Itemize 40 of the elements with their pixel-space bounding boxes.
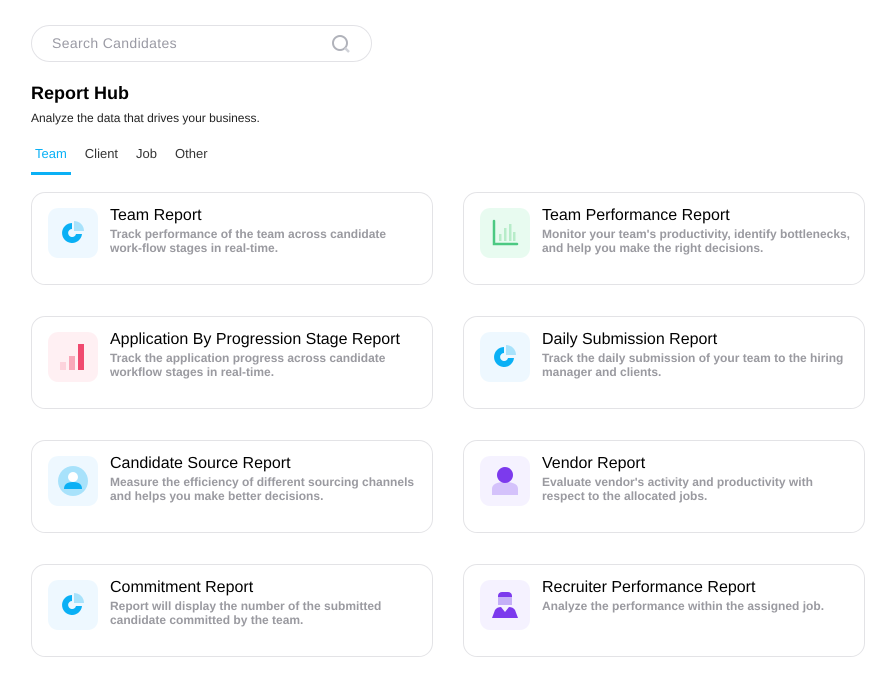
bar-chart-icon: [59, 342, 87, 370]
report-title: Team Report: [110, 206, 203, 226]
report-description: Monitor your team's productivity, identify bottlenecks, and help you make the right decisions.: [542, 226, 852, 254]
report-description: Track the application progress across candidate workflow stages in real-time.: [110, 350, 386, 378]
report-title: Vendor Report: [542, 454, 646, 474]
report-title: Commitment Report: [110, 578, 254, 598]
pie-chart-icon: [60, 220, 86, 246]
report-description: Evaluate vendor's activity and productivity with respect to the allocated jobs.: [542, 474, 814, 502]
bar-chart-icon: [491, 218, 519, 246]
report-description: Track performance of the team across candidate work-flow stages in real-time.: [110, 226, 388, 254]
search-bar[interactable]: Search Candidates: [31, 25, 372, 62]
user-circle-icon: [58, 466, 88, 496]
report-description: Report will display the number of the submitted candidate committed by the team.: [110, 598, 382, 626]
page-title: Report Hub: [31, 82, 130, 105]
report-title: Team Performance Report: [542, 206, 731, 226]
pie-chart-icon: [492, 344, 518, 370]
page-subtitle: Analyze the data that drives your business.: [31, 110, 261, 127]
report-card[interactable]: Recruiter Performance Report Analyze the performance within the assigned job.: [463, 564, 865, 656]
search-field[interactable]: Search Candidates: [52, 33, 331, 54]
user-icon: [492, 592, 518, 618]
report-card[interactable]: Daily Submission Report Track the daily submission of your team to the hiring manager and clients.: [463, 316, 865, 408]
tab[interactable]: Other: [171, 144, 212, 174]
search-icon[interactable]: [331, 34, 351, 54]
report-title: Recruiter Performance Report: [542, 578, 756, 598]
report-card[interactable]: Application By Progression Stage Report Track the application progress across candidate workflow stages in real-time.: [31, 316, 433, 408]
pie-chart-icon: [60, 592, 86, 618]
report-description: Measure the efficiency of different sourcing channels and helps you make better decisions.: [110, 474, 416, 502]
report-description: Analyze the performance within the assigned job.: [542, 598, 824, 612]
report-title: Daily Submission Report: [542, 330, 718, 350]
report-title: Application By Progression Stage Report: [110, 330, 401, 350]
report-card[interactable]: Team Report Track performance of the team across candidate work-flow stages in real-time.: [31, 192, 433, 284]
report-card[interactable]: Commitment Report Report will display the number of the submitted candidate committed by the team.: [31, 564, 433, 656]
report-card[interactable]: Vendor Report Evaluate vendor's activity and productivity with respect to the allocated jobs.: [463, 440, 865, 532]
report-title: Candidate Source Report: [110, 454, 292, 474]
tab[interactable]: Client: [80, 144, 122, 174]
report-card[interactable]: Team Performance Report Monitor your team's productivity, identify bottlenecks, and help you make the right decisions.: [463, 192, 865, 284]
report-description: Track the daily submission of your team to the hiring manager and clients.: [542, 350, 844, 378]
user-icon: [492, 466, 518, 494]
report-card[interactable]: Candidate Source Report Measure the efficiency of different sourcing channels and helps you make better decisions.: [31, 440, 433, 532]
tab[interactable]: Job: [132, 144, 162, 174]
